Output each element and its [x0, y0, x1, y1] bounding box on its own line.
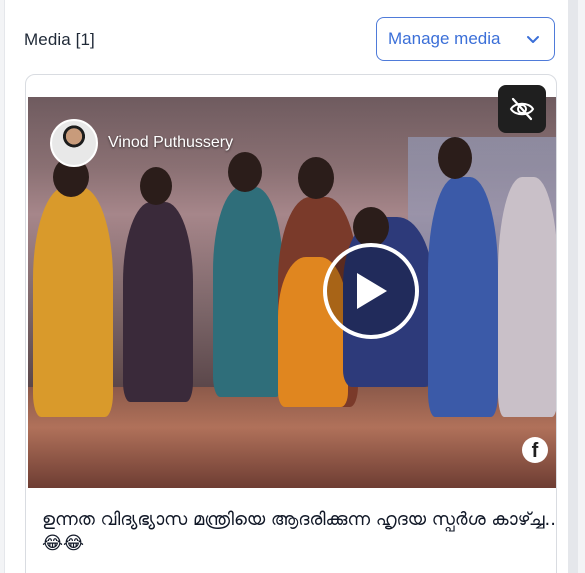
- video-thumbnail[interactable]: Vinod Puthussery f: [28, 97, 556, 488]
- manage-media-label: Manage media: [388, 29, 501, 48]
- channel-avatar: [50, 119, 98, 167]
- media-caption: ഉന്നത വിദ്യഭ്യാസ മന്ത്രിയെ ആദരിക്കുന്ന ഹ…: [42, 509, 557, 554]
- eye-off-icon: [509, 97, 535, 121]
- chevron-down-icon: [527, 36, 539, 43]
- media-card: Vinod Puthussery f ഉന്നത വിദ്യഭ്യാസ മന്ത…: [25, 74, 557, 573]
- manage-media-button[interactable]: Manage media: [376, 17, 555, 61]
- play-icon: [357, 273, 387, 309]
- media-panel: Media [1] Manage media Vinod Puthussery …: [4, 0, 578, 573]
- facebook-icon: f: [522, 437, 548, 463]
- channel-name: Vinod Puthussery: [108, 134, 234, 151]
- play-button[interactable]: [323, 243, 419, 339]
- scrollbar-track[interactable]: [568, 0, 577, 573]
- media-section-title: Media [1]: [24, 30, 95, 49]
- hide-media-button[interactable]: [498, 85, 546, 133]
